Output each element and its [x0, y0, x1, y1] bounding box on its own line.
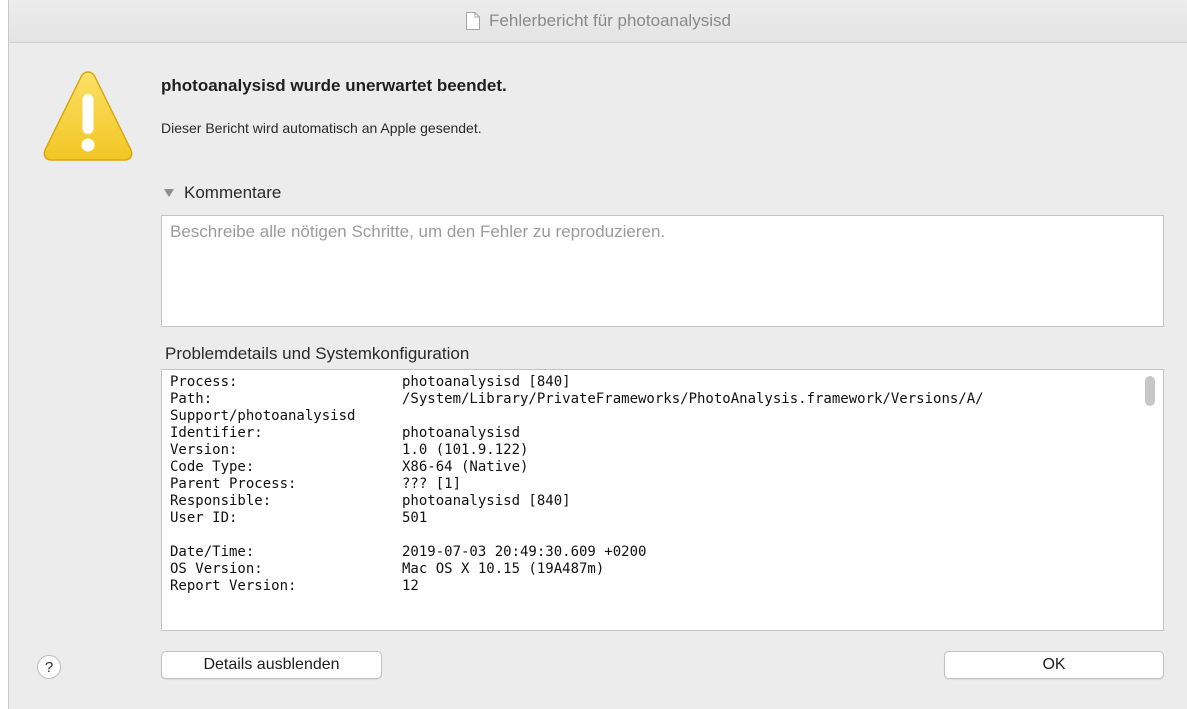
details-row: User ID: 501 — [170, 510, 1163, 527]
crash-report-window: Fehlerbericht für photoanalysisd photoan… — [8, 0, 1187, 709]
details-row: Code Type: X86-64 (Native) — [170, 459, 1163, 476]
details-key: Process: — [170, 374, 238, 390]
comments-textarea[interactable]: Beschreibe alle nötigen Schritte, um den… — [161, 215, 1164, 327]
hide-details-label: Details ausblenden — [203, 656, 340, 673]
vertical-scrollbar-thumb[interactable] — [1145, 376, 1155, 406]
disclosure-triangle-icon[interactable] — [164, 188, 174, 198]
window-title: Fehlerbericht für photoanalysisd — [489, 11, 731, 30]
details-row: Report Version: 12 — [170, 578, 1163, 595]
details-key: Path: — [170, 391, 213, 407]
comments-placeholder: Beschreibe alle nötigen Schritte, um den… — [170, 222, 666, 241]
alert-subtext: Dieser Bericht wird automatisch an Apple… — [161, 120, 482, 136]
details-key: Identifier: — [170, 425, 263, 441]
details-row: Responsible: photoanalysisd [840] — [170, 493, 1163, 510]
details-key: Code Type: — [170, 459, 255, 475]
ok-label: OK — [1042, 656, 1066, 673]
title-bar[interactable]: Fehlerbericht für photoanalysisd — [9, 0, 1187, 43]
details-key: Parent Process: — [170, 476, 297, 492]
help-button[interactable]: ? — [37, 655, 61, 679]
hide-details-button[interactable]: Details ausblenden — [161, 651, 382, 679]
details-value: photoanalysisd [840] — [402, 493, 571, 509]
details-key: Responsible: — [170, 493, 272, 509]
details-text-view[interactable]: Process: photoanalysisd [840] Path: /System… — [161, 369, 1164, 631]
details-value: ??? [1] — [402, 476, 462, 492]
details-row: Support/photoanalysisd — [170, 408, 1163, 425]
details-value: X86-64 (Native) — [402, 459, 529, 475]
comments-label: Kommentare — [184, 183, 282, 202]
details-value: photoanalysisd — [402, 425, 521, 441]
details-value: /System/Library/PrivateFrameworks/PhotoA… — [402, 391, 984, 407]
details-key: Date/Time: — [170, 544, 255, 560]
details-value: 12 — [402, 578, 419, 594]
document-icon — [466, 12, 481, 30]
details-value: 1.0 (101.9.122) — [402, 442, 529, 458]
details-section-label: Problemdetails und Systemkonfiguration — [165, 344, 470, 363]
details-key — [170, 527, 402, 544]
details-content: Process: photoanalysisd [840] Path: /System… — [162, 370, 1163, 595]
details-value: photoanalysisd [840] — [402, 374, 571, 390]
details-row: Path: /System/Library/PrivateFrameworks/P… — [170, 391, 1163, 408]
alert-headline: photoanalysisd wurde unerwartet beendet. — [161, 76, 507, 95]
ok-button[interactable]: OK — [944, 651, 1164, 679]
help-question-icon: ? — [44, 658, 54, 676]
details-key: Version: — [170, 442, 238, 458]
details-row: Date/Time: 2019-07-03 20:49:30.609 +0200 — [170, 544, 1163, 561]
details-value: 501 — [402, 510, 428, 526]
details-key: Support/photoanalysisd — [170, 408, 356, 424]
comments-disclosure[interactable]: Kommentare — [164, 183, 281, 203]
details-row: OS Version: Mac OS X 10.15 (19A487m) — [170, 561, 1163, 578]
details-value: Mac OS X 10.15 (19A487m) — [402, 561, 605, 577]
details-row: Process: photoanalysisd [840] — [170, 374, 1163, 391]
details-key: OS Version: — [170, 561, 263, 577]
window-title-group: Fehlerbericht für photoanalysisd — [465, 11, 731, 31]
details-row: Parent Process: ??? [1] — [170, 476, 1163, 493]
details-row: Version: 1.0 (101.9.122) — [170, 442, 1163, 459]
details-key: User ID: — [170, 510, 238, 526]
details-value: 2019-07-03 20:49:30.609 +0200 — [402, 544, 647, 560]
warning-icon — [43, 71, 133, 161]
details-key: Report Version: — [170, 578, 297, 594]
details-row: Identifier: photoanalysisd — [170, 425, 1163, 442]
details-row — [170, 527, 1163, 544]
